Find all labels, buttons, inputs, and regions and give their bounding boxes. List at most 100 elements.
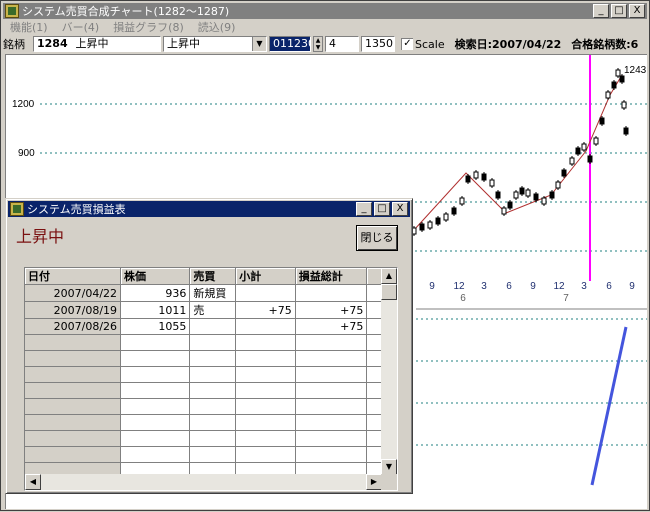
window-title: システム売買合成チャート(1282～1287) xyxy=(22,5,230,18)
dialog-titlebar[interactable]: システム売買損益表 _ □ X xyxy=(8,201,410,217)
candle-body xyxy=(611,81,617,89)
scroll-corner xyxy=(381,474,397,490)
candle-body xyxy=(525,189,531,197)
x-tick-label: 9 xyxy=(530,281,536,292)
scale-checkbox[interactable]: ✓ xyxy=(401,38,413,50)
col-header-price[interactable]: 株価 xyxy=(120,268,191,285)
grid-cell: 2007/08/26 xyxy=(25,318,122,335)
table-row[interactable] xyxy=(25,414,397,431)
col-header-subtotal[interactable]: 小計 xyxy=(235,268,296,285)
candle-body xyxy=(575,147,581,155)
horizontal-scrollbar[interactable]: ◀ ▶ xyxy=(25,474,382,490)
table-row[interactable]: 2007/08/26 1055 +75 xyxy=(25,318,397,335)
candle-body xyxy=(555,181,561,189)
scroll-right-icon[interactable]: ▶ xyxy=(366,474,382,490)
x-tick-label: 9 xyxy=(629,281,635,292)
candle-body xyxy=(593,137,599,145)
pl-grid: 日付 株価 売買 小計 損益総計 2007/04/22 936 新規買 2007/08… xyxy=(24,267,398,491)
dialog-close-action[interactable]: 閉じる xyxy=(356,225,398,251)
scale-label: Scale xyxy=(415,37,445,51)
stock-combo-value: 上昇中 xyxy=(167,37,200,50)
stock-label: 銘柄 xyxy=(3,38,25,51)
candle-body xyxy=(587,155,593,163)
y-tick-label: 900 xyxy=(18,148,35,159)
stock-combo[interactable]: 上昇中 ▼ xyxy=(163,36,267,52)
grid-cell: 売 xyxy=(189,301,237,319)
table-row[interactable]: 2007/04/22 936 新規買 xyxy=(25,284,397,302)
stock-code-field[interactable]: 1284 上昇中 xyxy=(33,36,161,52)
dialog-heading: 上昇中 xyxy=(16,227,65,246)
grid-cell: +75 xyxy=(295,318,368,335)
x-tick-label: 3 xyxy=(481,281,487,292)
candle-body xyxy=(481,173,487,181)
scroll-up-icon[interactable]: ▲ xyxy=(381,268,397,284)
grid-header-row: 日付 株価 売買 小計 損益総計 xyxy=(25,268,397,285)
candle-body xyxy=(427,221,433,229)
vertical-scrollbar[interactable]: ▲ ▼ xyxy=(381,268,397,475)
table-row[interactable] xyxy=(25,446,397,463)
candle-body xyxy=(605,91,611,99)
table-row[interactable] xyxy=(25,366,397,383)
col-header-total[interactable]: 損益総計 xyxy=(295,268,368,285)
equity-line xyxy=(590,326,628,486)
candle-body xyxy=(519,187,525,195)
date-field[interactable]: 011230 xyxy=(269,36,311,52)
close-dialog-label: 閉じる xyxy=(360,231,394,244)
date-spinner[interactable]: ▲ ▼ xyxy=(313,36,323,52)
dialog-maximize-button[interactable]: □ xyxy=(374,202,390,216)
step-value: 4 xyxy=(329,37,336,50)
search-date: 検索日:2007/04/22 xyxy=(454,38,562,51)
grid-cell xyxy=(189,318,237,335)
chevron-down-icon[interactable]: ▼ xyxy=(252,37,266,51)
step-field[interactable]: 4 xyxy=(325,36,359,52)
candle-body xyxy=(549,191,555,199)
candle-body xyxy=(513,191,519,199)
x-tick-label: 12 xyxy=(453,281,465,292)
x-tick-label: 3 xyxy=(581,281,587,292)
x-tick-label: 6 xyxy=(606,281,612,292)
candle-body xyxy=(473,171,479,179)
grid-cell: 2007/08/19 xyxy=(25,301,122,319)
candle-body xyxy=(581,143,587,151)
menubar: 機能(1) バー(4) 損益グラフ(8) 読込(9) xyxy=(3,19,647,35)
menu-load[interactable]: 読込(9) xyxy=(191,19,243,35)
dialog-icon xyxy=(10,202,24,216)
pass-count: 合格銘柄数:6 xyxy=(571,38,639,51)
minimize-button[interactable]: _ xyxy=(593,4,609,18)
grid-cell: +75 xyxy=(295,301,368,319)
scroll-down-icon[interactable]: ▼ xyxy=(381,459,397,475)
maximize-button[interactable]: □ xyxy=(611,4,627,18)
menu-bar[interactable]: バー(4) xyxy=(55,19,107,35)
scroll-thumb[interactable] xyxy=(381,284,397,300)
count-field[interactable]: 1350 xyxy=(361,36,395,52)
grid-cell xyxy=(235,318,296,335)
dialog-close-button[interactable]: X xyxy=(392,202,408,216)
grid-cell: 2007/04/22 xyxy=(25,284,122,302)
table-row[interactable] xyxy=(25,350,397,367)
table-row[interactable] xyxy=(25,334,397,351)
dialog-minimize-button[interactable]: _ xyxy=(356,202,372,216)
scroll-left-icon[interactable]: ◀ xyxy=(25,474,41,490)
count-value: 1350 xyxy=(365,37,393,50)
close-button[interactable]: X xyxy=(629,4,645,18)
candle-body xyxy=(599,117,605,125)
toolbar: 銘柄 1284 上昇中 上昇中 ▼ 011230 ▲ ▼ 4 1350 ✓ Sca… xyxy=(3,35,647,53)
grid-cell: +75 xyxy=(235,301,296,319)
grid-cell xyxy=(235,284,296,302)
menu-function[interactable]: 機能(1) xyxy=(3,19,55,35)
table-row[interactable] xyxy=(25,430,397,447)
table-row[interactable] xyxy=(25,398,397,415)
candle-body xyxy=(533,193,539,201)
candle-body xyxy=(569,157,575,165)
col-header-trade[interactable]: 売買 xyxy=(189,268,237,285)
date-value: 011230 xyxy=(273,37,311,50)
table-row[interactable] xyxy=(25,382,397,399)
grid-cell: 936 xyxy=(120,284,191,302)
main-titlebar[interactable]: システム売買合成チャート(1282～1287) _ □ X xyxy=(3,3,647,19)
col-header-date[interactable]: 日付 xyxy=(25,268,122,285)
grid-cell xyxy=(295,284,368,302)
table-row[interactable]: 2007/08/19 1011 売 +75 +75 xyxy=(25,301,397,319)
candle-body xyxy=(465,175,471,183)
stock-code: 1284 xyxy=(37,37,68,50)
menu-pl-graph[interactable]: 損益グラフ(8) xyxy=(106,19,191,35)
